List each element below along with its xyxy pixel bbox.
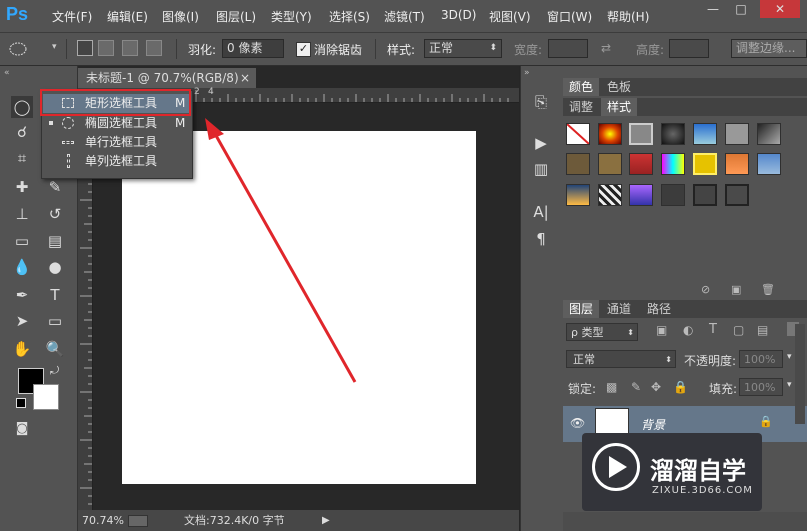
blend-mode-select[interactable]: 正常 ⬍ [566, 350, 676, 368]
fill-input[interactable]: 100% [739, 378, 783, 396]
style-none-swatch[interactable] [566, 123, 590, 145]
watermark-play-icon [592, 443, 640, 491]
tab-styles[interactable]: 样式 [601, 98, 638, 116]
layer-name[interactable]: 背景 [641, 416, 665, 433]
select-arrows-icon: ⬍ [665, 355, 672, 364]
fill-label: 填充: [709, 382, 738, 396]
style-swatch[interactable] [693, 153, 717, 175]
history-panel-icon[interactable]: ⎘ [527, 91, 555, 113]
style-swatch[interactable] [598, 123, 622, 145]
opacity-label: 不透明度: [684, 354, 737, 368]
layers-footer [563, 512, 807, 531]
tab-adjustments[interactable]: 调整 [563, 98, 599, 116]
lock-paint-icon[interactable]: ✎ [631, 380, 641, 394]
style-swatch[interactable] [566, 184, 590, 206]
style-swatch[interactable] [629, 184, 653, 206]
lock-label: 锁定: [568, 382, 597, 396]
style-swatch[interactable] [725, 153, 749, 175]
lock-move-icon[interactable]: ✥ [651, 380, 661, 394]
styles-panel-tabs: 调整 样式 [563, 98, 807, 116]
paragraph-panel-icon[interactable]: ¶ [527, 228, 555, 250]
tab-paths[interactable]: 路径 [641, 300, 677, 318]
layers-panel-tabs: 图层 通道 路径 [563, 300, 807, 318]
delete-style-icon[interactable]: 🗑 [761, 283, 775, 296]
style-swatch[interactable] [629, 153, 653, 175]
layer-lock-icon: 🔒 [759, 415, 773, 428]
collapse-icon[interactable]: » [524, 68, 530, 78]
filter-type-icon[interactable]: T [709, 322, 717, 337]
opacity-input[interactable]: 100% [739, 350, 783, 368]
style-swatch[interactable] [566, 153, 590, 175]
actions-play-icon[interactable]: ▶ [527, 132, 555, 154]
tab-layers[interactable]: 图层 [563, 300, 600, 318]
lock-all-icon[interactable]: 🔒 [673, 380, 688, 394]
properties-icon[interactable]: ▥ [527, 158, 555, 180]
style-swatch[interactable] [757, 153, 781, 175]
filter-adjust-icon[interactable]: ◐ [683, 323, 693, 337]
style-swatch[interactable] [757, 123, 781, 145]
layer-kind-filter[interactable]: ρ 类型 ⬍ [566, 323, 638, 341]
style-swatch[interactable] [693, 184, 717, 206]
style-swatch[interactable] [661, 184, 685, 206]
lock-transparent-icon[interactable]: ▩ [606, 380, 617, 394]
fill-dropdown-icon[interactable]: ▾ [787, 380, 792, 390]
tab-color[interactable]: 颜色 [563, 78, 600, 96]
style-swatch[interactable] [629, 123, 653, 145]
style-swatch[interactable] [725, 184, 749, 206]
layers-scrollbar[interactable] [795, 324, 805, 424]
style-swatch[interactable] [598, 153, 622, 175]
watermark-title: 溜溜自学 [650, 457, 746, 485]
style-swatch[interactable] [725, 123, 749, 145]
style-swatch[interactable] [661, 153, 685, 175]
select-arrows-icon: ⬍ [627, 328, 634, 337]
style-swatch[interactable] [598, 184, 622, 206]
filter-smart-icon[interactable]: ▤ [757, 323, 768, 337]
tab-swatches[interactable]: 色板 [601, 78, 637, 96]
filter-shape-icon[interactable]: ▢ [733, 323, 744, 337]
new-style-icon[interactable]: ▣ [731, 283, 741, 296]
clear-style-icon[interactable]: ⊘ [701, 283, 710, 296]
character-panel-icon[interactable]: A| [527, 201, 555, 223]
color-panel-tabs: 颜色 色板 [563, 78, 807, 96]
visibility-eye-icon[interactable]: 👁 [570, 416, 585, 430]
opacity-dropdown-icon[interactable]: ▾ [787, 352, 792, 362]
filter-pixel-icon[interactable]: ▣ [656, 323, 667, 337]
watermark-logo: 溜溜自学 ZIXUE.3D66.COM [582, 433, 762, 511]
style-swatch[interactable] [661, 123, 685, 145]
watermark-url: ZIXUE.3D66.COM [652, 485, 753, 496]
style-swatch[interactable] [693, 123, 717, 145]
tab-channels[interactable]: 通道 [601, 300, 637, 318]
